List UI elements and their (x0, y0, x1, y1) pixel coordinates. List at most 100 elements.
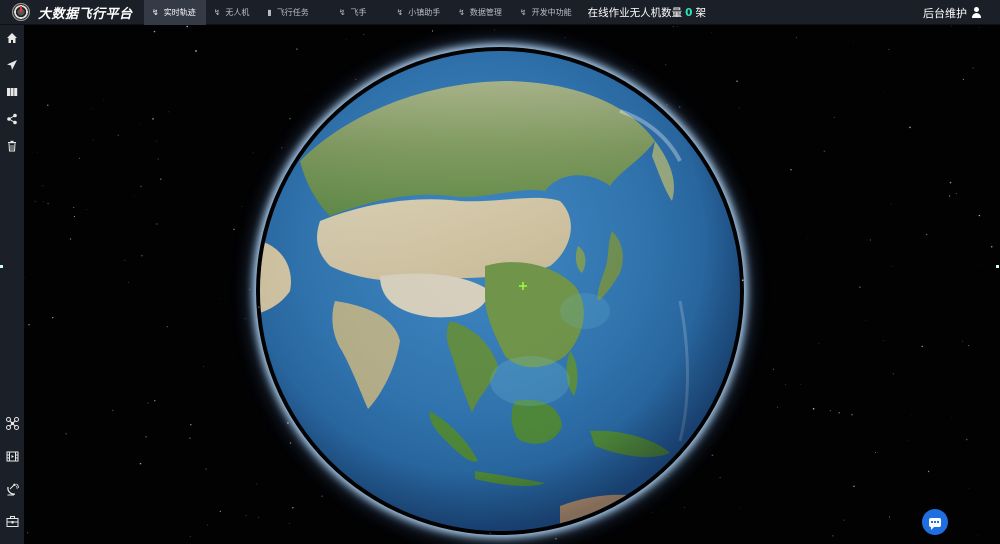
user-icon (971, 7, 982, 18)
tab-label: 实时轨迹 (163, 7, 196, 17)
home-button[interactable] (0, 27, 24, 49)
tab-flight-tasks[interactable]: ▮ 飞行任务 (259, 0, 330, 25)
drone-icon (5, 416, 19, 430)
star (564, 37, 566, 38)
star (832, 535, 834, 537)
star (52, 316, 54, 319)
tab-town-assistant[interactable]: ↯ 小镇助手 (389, 0, 451, 25)
star (807, 238, 808, 240)
star (245, 514, 247, 516)
star (248, 288, 251, 291)
toolbox-icon (6, 515, 18, 527)
star (252, 152, 254, 154)
star (133, 195, 135, 196)
star (195, 50, 197, 52)
earth-globe[interactable] (260, 51, 740, 531)
star (859, 286, 861, 288)
star (28, 323, 30, 326)
star (69, 238, 72, 240)
star (92, 108, 94, 110)
star (103, 99, 104, 100)
online-count-value: 0 (685, 6, 693, 19)
star (34, 200, 36, 203)
star (112, 409, 114, 412)
star (870, 239, 872, 241)
star (86, 209, 87, 210)
star (974, 116, 976, 118)
star (908, 440, 909, 441)
star (47, 104, 49, 106)
tab-in-development[interactable]: ↯ 开发中功能 (512, 0, 582, 25)
star (818, 343, 820, 345)
online-label: 在线作业无人机数量 (587, 6, 683, 19)
star (676, 26, 678, 27)
star (790, 169, 792, 171)
star (363, 34, 365, 35)
star (990, 245, 993, 248)
globe-viewer[interactable] (24, 25, 1000, 544)
star (256, 483, 258, 485)
star (890, 203, 892, 205)
tab-realtime-track[interactable]: ↯ 实时轨迹 (144, 0, 206, 25)
main-nav: ↯ 实时轨迹 ↯ 无人机 ▮ 飞行任务 ↯ 飞手 ↯ 小镇助手 ↯ 数据管理 ↯… (144, 0, 582, 25)
right-edge-marker (996, 265, 999, 268)
star (968, 344, 970, 347)
columns-button[interactable] (0, 81, 24, 103)
star (883, 91, 884, 93)
star (218, 298, 220, 300)
tab-data-management[interactable]: ↯ 数据管理 (450, 0, 512, 25)
columns-icon (7, 88, 18, 96)
star (244, 317, 246, 320)
star (189, 535, 191, 538)
star (153, 30, 156, 33)
chat-button[interactable] (922, 509, 948, 535)
tab-drones[interactable]: ↯ 无人机 (206, 0, 260, 25)
satellite-dish-button[interactable] (0, 478, 24, 500)
tab-label: 飞行任务 (276, 7, 309, 17)
star (166, 326, 168, 328)
toolbox-button[interactable] (0, 510, 24, 532)
film-button[interactable] (0, 445, 24, 467)
star (909, 126, 911, 129)
star (823, 150, 826, 153)
star (233, 228, 235, 230)
brand[interactable]: 大数据飞行平台 (0, 0, 144, 25)
star (978, 214, 981, 217)
star (431, 30, 434, 32)
share-icon (7, 113, 17, 125)
star (93, 139, 94, 141)
star (833, 117, 835, 119)
trash-button[interactable] (0, 135, 24, 157)
admin-label: 后台维护 (923, 6, 967, 20)
star (168, 111, 170, 113)
star (175, 335, 176, 336)
star (296, 48, 298, 50)
star (972, 67, 974, 69)
star (883, 340, 885, 341)
satellite-dish-icon (6, 483, 19, 495)
star (795, 95, 796, 97)
star (972, 172, 974, 174)
star (241, 206, 243, 208)
tab-pilots[interactable]: ↯ 飞手 (331, 0, 389, 25)
star (128, 282, 129, 284)
star (979, 27, 980, 28)
star (800, 384, 802, 385)
star (951, 417, 952, 418)
star (190, 423, 192, 426)
star (772, 368, 774, 370)
admin-maintenance-button[interactable]: 后台维护 (923, 0, 982, 25)
send-button[interactable] (0, 54, 24, 76)
star (139, 462, 142, 465)
drone-button[interactable] (0, 412, 24, 434)
star (968, 488, 970, 490)
star (853, 485, 855, 488)
chat-icon (929, 517, 941, 530)
online-unit: 架 (695, 6, 706, 19)
star (555, 538, 557, 540)
star (962, 340, 964, 342)
star (776, 406, 779, 408)
home-icon (7, 33, 17, 43)
star (24, 277, 25, 279)
share-button[interactable] (0, 108, 24, 130)
